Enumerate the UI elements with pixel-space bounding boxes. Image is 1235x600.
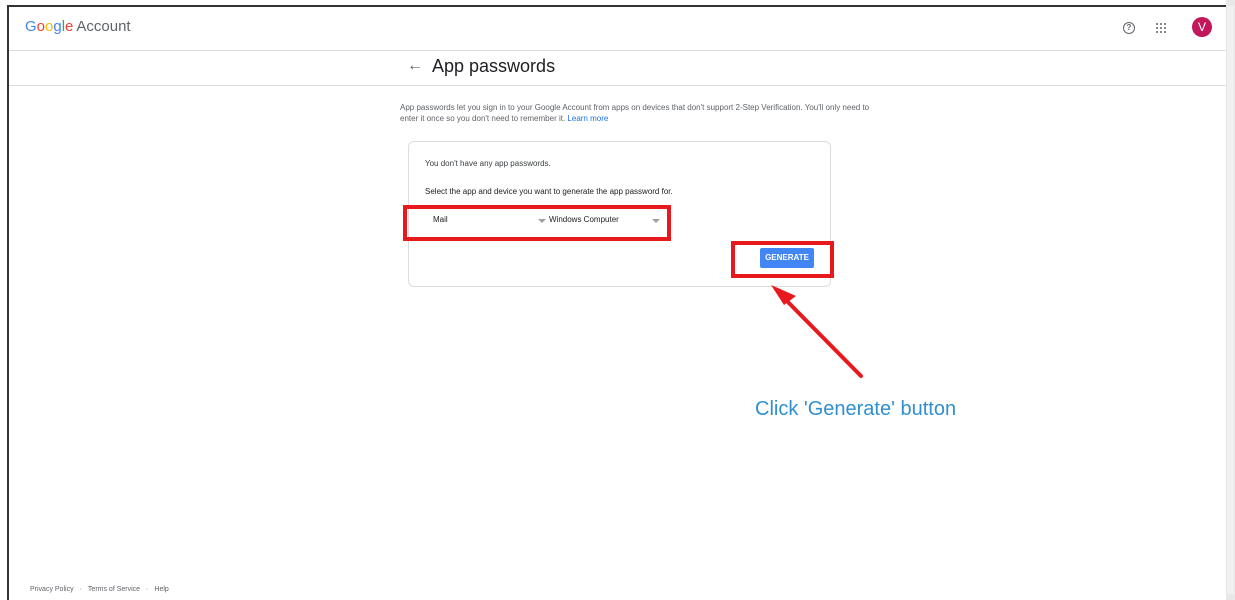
footer: Privacy Policy · Terms of Service · Help xyxy=(30,586,169,593)
annotation-label: Click 'Generate' button xyxy=(755,398,957,420)
dropdowns-highlight-box xyxy=(403,205,671,241)
logo-account-text: Account xyxy=(76,18,131,35)
page-title: App passwords xyxy=(432,56,556,76)
empty-message: You don't have any app passwords. xyxy=(425,159,551,168)
generate-highlight-box xyxy=(731,241,834,278)
help-icon[interactable]: ? xyxy=(1123,22,1135,34)
back-arrow-icon[interactable]: ← xyxy=(407,57,423,75)
privacy-policy-link[interactable]: Privacy Policy xyxy=(30,586,74,593)
logo-google-text: Google xyxy=(25,18,74,35)
apps-grid-icon[interactable] xyxy=(1156,23,1166,33)
terms-of-service-link[interactable]: Terms of Service xyxy=(88,586,140,593)
intro-text: App passwords let you sign in to your Go… xyxy=(400,102,870,124)
browser-frame xyxy=(7,5,1226,600)
vertical-scrollbar[interactable] xyxy=(1226,0,1235,600)
top-bar: Google Account ? V xyxy=(9,7,1226,51)
page-header: ← App passwords xyxy=(9,51,1226,86)
select-prompt: Select the app and device you want to ge… xyxy=(425,187,673,196)
intro-description: App passwords let you sign in to your Go… xyxy=(400,103,870,123)
learn-more-link[interactable]: Learn more xyxy=(567,114,608,123)
help-link[interactable]: Help xyxy=(154,586,168,593)
avatar[interactable]: V xyxy=(1192,17,1212,37)
google-account-logo[interactable]: Google Account xyxy=(25,18,131,35)
scrollbar-thumb[interactable] xyxy=(1227,6,1234,594)
